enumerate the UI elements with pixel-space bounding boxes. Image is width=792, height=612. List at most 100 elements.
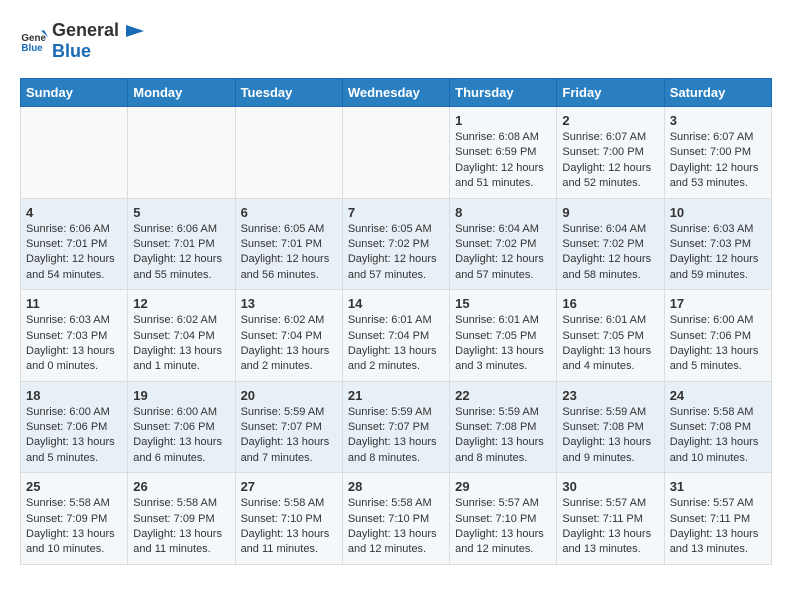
cell-info: Daylight: 13 hours xyxy=(26,344,122,359)
cell-info: and 57 minutes. xyxy=(455,268,551,283)
cell-info: Sunset: 7:11 PM xyxy=(562,512,658,527)
calendar-cell: 25Sunrise: 5:58 AMSunset: 7:09 PMDayligh… xyxy=(21,473,128,565)
cell-info: and 13 minutes. xyxy=(670,542,766,557)
cell-info: Sunrise: 5:58 AM xyxy=(133,496,229,511)
calendar-cell: 11Sunrise: 6:03 AMSunset: 7:03 PMDayligh… xyxy=(21,290,128,382)
day-number: 20 xyxy=(241,388,337,403)
calendar-header-row: SundayMondayTuesdayWednesdayThursdayFrid… xyxy=(21,79,772,107)
day-number: 26 xyxy=(133,479,229,494)
calendar-cell xyxy=(342,107,449,199)
calendar-cell: 28Sunrise: 5:58 AMSunset: 7:10 PMDayligh… xyxy=(342,473,449,565)
calendar-cell: 7Sunrise: 6:05 AMSunset: 7:02 PMDaylight… xyxy=(342,198,449,290)
cell-info: Sunrise: 5:58 AM xyxy=(26,496,122,511)
cell-info: and 9 minutes. xyxy=(562,451,658,466)
calendar-cell: 5Sunrise: 6:06 AMSunset: 7:01 PMDaylight… xyxy=(128,198,235,290)
cell-info: Daylight: 13 hours xyxy=(562,527,658,542)
calendar-week-row: 4Sunrise: 6:06 AMSunset: 7:01 PMDaylight… xyxy=(21,198,772,290)
calendar-cell: 18Sunrise: 6:00 AMSunset: 7:06 PMDayligh… xyxy=(21,381,128,473)
cell-info: Sunrise: 5:59 AM xyxy=(562,405,658,420)
cell-info: Sunrise: 6:03 AM xyxy=(670,222,766,237)
logo-blue-text: Blue xyxy=(52,41,91,61)
cell-info: Sunrise: 5:58 AM xyxy=(241,496,337,511)
calendar-week-row: 25Sunrise: 5:58 AMSunset: 7:09 PMDayligh… xyxy=(21,473,772,565)
day-number: 14 xyxy=(348,296,444,311)
cell-info: Sunset: 7:06 PM xyxy=(26,420,122,435)
cell-info: Sunrise: 5:57 AM xyxy=(670,496,766,511)
cell-info: and 7 minutes. xyxy=(241,451,337,466)
logo: Gene Blue General Blue xyxy=(20,20,146,62)
cell-info: Daylight: 13 hours xyxy=(241,527,337,542)
cell-info: Sunrise: 6:07 AM xyxy=(670,130,766,145)
calendar-cell: 17Sunrise: 6:00 AMSunset: 7:06 PMDayligh… xyxy=(664,290,771,382)
calendar-cell xyxy=(21,107,128,199)
header-friday: Friday xyxy=(557,79,664,107)
calendar-cell: 15Sunrise: 6:01 AMSunset: 7:05 PMDayligh… xyxy=(450,290,557,382)
cell-info: Sunset: 7:02 PM xyxy=(455,237,551,252)
calendar-cell: 12Sunrise: 6:02 AMSunset: 7:04 PMDayligh… xyxy=(128,290,235,382)
day-number: 8 xyxy=(455,205,551,220)
cell-info: Sunset: 7:02 PM xyxy=(348,237,444,252)
cell-info: and 0 minutes. xyxy=(26,359,122,374)
cell-info: Daylight: 12 hours xyxy=(26,252,122,267)
header-sunday: Sunday xyxy=(21,79,128,107)
day-number: 13 xyxy=(241,296,337,311)
cell-info: and 8 minutes. xyxy=(455,451,551,466)
cell-info: Daylight: 13 hours xyxy=(455,435,551,450)
cell-info: Sunset: 7:06 PM xyxy=(133,420,229,435)
cell-info: Sunrise: 6:01 AM xyxy=(348,313,444,328)
cell-info: Sunset: 7:11 PM xyxy=(670,512,766,527)
cell-info: and 55 minutes. xyxy=(133,268,229,283)
calendar-week-row: 11Sunrise: 6:03 AMSunset: 7:03 PMDayligh… xyxy=(21,290,772,382)
cell-info: Daylight: 13 hours xyxy=(670,527,766,542)
cell-info: Sunrise: 6:03 AM xyxy=(26,313,122,328)
calendar-cell: 22Sunrise: 5:59 AMSunset: 7:08 PMDayligh… xyxy=(450,381,557,473)
cell-info: and 12 minutes. xyxy=(455,542,551,557)
calendar-cell: 21Sunrise: 5:59 AMSunset: 7:07 PMDayligh… xyxy=(342,381,449,473)
cell-info: Sunrise: 5:57 AM xyxy=(455,496,551,511)
cell-info: Sunrise: 6:08 AM xyxy=(455,130,551,145)
cell-info: Daylight: 12 hours xyxy=(455,161,551,176)
day-number: 1 xyxy=(455,113,551,128)
cell-info: and 51 minutes. xyxy=(455,176,551,191)
cell-info: Sunrise: 5:59 AM xyxy=(241,405,337,420)
cell-info: Sunrise: 6:02 AM xyxy=(133,313,229,328)
cell-info: Daylight: 12 hours xyxy=(133,252,229,267)
cell-info: Daylight: 13 hours xyxy=(133,527,229,542)
svg-text:Blue: Blue xyxy=(21,43,43,54)
cell-info: Daylight: 13 hours xyxy=(26,435,122,450)
cell-info: Sunset: 7:06 PM xyxy=(670,329,766,344)
cell-info: Sunset: 7:01 PM xyxy=(26,237,122,252)
cell-info: Daylight: 13 hours xyxy=(348,527,444,542)
calendar-table: SundayMondayTuesdayWednesdayThursdayFrid… xyxy=(20,78,772,565)
calendar-cell: 19Sunrise: 6:00 AMSunset: 7:06 PMDayligh… xyxy=(128,381,235,473)
calendar-cell: 8Sunrise: 6:04 AMSunset: 7:02 PMDaylight… xyxy=(450,198,557,290)
cell-info: Daylight: 13 hours xyxy=(670,435,766,450)
cell-info: Sunrise: 6:04 AM xyxy=(562,222,658,237)
logo-general-text: Gene xyxy=(52,20,97,40)
day-number: 30 xyxy=(562,479,658,494)
cell-info: Sunrise: 6:06 AM xyxy=(26,222,122,237)
day-number: 16 xyxy=(562,296,658,311)
flag-icon xyxy=(126,23,146,41)
day-number: 6 xyxy=(241,205,337,220)
cell-info: Sunrise: 6:01 AM xyxy=(455,313,551,328)
cell-info: Sunrise: 5:57 AM xyxy=(562,496,658,511)
cell-info: Sunrise: 6:00 AM xyxy=(26,405,122,420)
day-number: 5 xyxy=(133,205,229,220)
cell-info: and 5 minutes. xyxy=(670,359,766,374)
cell-info: Sunrise: 6:00 AM xyxy=(670,313,766,328)
cell-info: and 5 minutes. xyxy=(26,451,122,466)
cell-info: Sunset: 7:05 PM xyxy=(455,329,551,344)
cell-info: Daylight: 13 hours xyxy=(241,344,337,359)
cell-info: Sunset: 7:08 PM xyxy=(455,420,551,435)
calendar-cell: 4Sunrise: 6:06 AMSunset: 7:01 PMDaylight… xyxy=(21,198,128,290)
cell-info: Sunset: 7:02 PM xyxy=(562,237,658,252)
cell-info: Daylight: 13 hours xyxy=(133,344,229,359)
cell-info: Daylight: 13 hours xyxy=(241,435,337,450)
day-number: 3 xyxy=(670,113,766,128)
day-number: 2 xyxy=(562,113,658,128)
header-thursday: Thursday xyxy=(450,79,557,107)
cell-info: and 57 minutes. xyxy=(348,268,444,283)
calendar-cell: 10Sunrise: 6:03 AMSunset: 7:03 PMDayligh… xyxy=(664,198,771,290)
calendar-cell xyxy=(128,107,235,199)
